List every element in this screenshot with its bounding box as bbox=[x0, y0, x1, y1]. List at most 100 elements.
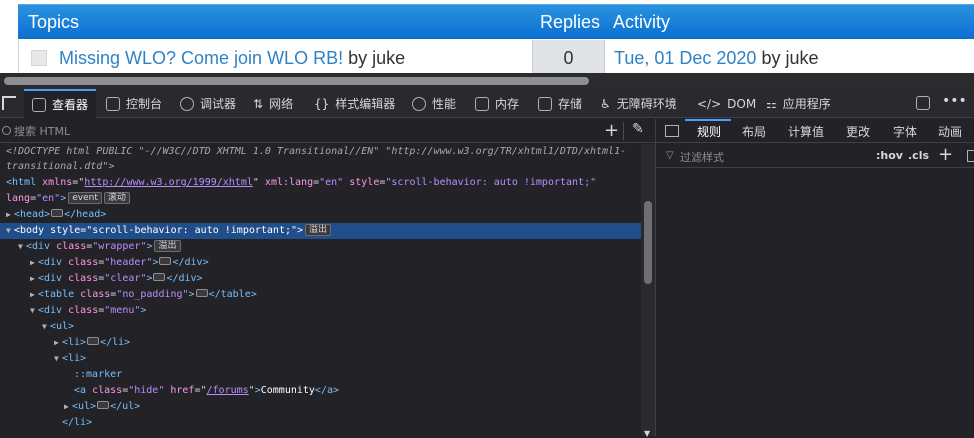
more-options-icon[interactable]: ••• bbox=[942, 93, 967, 109]
print-media-icon[interactable] bbox=[967, 150, 974, 162]
expand-arrow-icon[interactable]: ▶ bbox=[54, 335, 62, 351]
console-icon bbox=[106, 96, 120, 111]
markup-line[interactable]: ▶ <ul> </ul> bbox=[64, 399, 641, 415]
scroll-down-icon[interactable]: ▼ bbox=[644, 429, 650, 438]
tab-accessibility-label: 无障碍环境 bbox=[616, 97, 677, 111]
markup-line[interactable]: <html xmlns="http://www.w3.org/1999/xhtm… bbox=[6, 175, 641, 191]
markup-line-selected[interactable]: ▼ <body style="scroll-behavior: auto !imp… bbox=[0, 223, 641, 239]
markup-line[interactable]: ▶ <div class="clear"> </div> bbox=[30, 271, 641, 287]
add-rule-icon[interactable]: + bbox=[938, 144, 953, 165]
tab-network-label: 网络 bbox=[269, 97, 294, 111]
collapsed-ellipsis-icon[interactable] bbox=[159, 257, 172, 265]
tab-dom[interactable]: </> DOM bbox=[697, 89, 756, 118]
collapse-arrow-icon[interactable]: ▼ bbox=[54, 351, 62, 367]
attr-name: class bbox=[68, 273, 99, 284]
replies-count: 0 bbox=[563, 48, 574, 68]
markup-line[interactable]: ▼ <li> bbox=[54, 351, 641, 367]
element-picker-icon[interactable] bbox=[2, 96, 16, 110]
markup-line[interactable]: ▼ <div class="menu"> bbox=[30, 303, 641, 319]
attr-value-link[interactable]: http://www.w3.org/1999/xhtml bbox=[84, 177, 253, 188]
attr-name: xmlns bbox=[42, 177, 73, 188]
markup-line[interactable]: ▶ <head> </head> bbox=[6, 207, 641, 223]
page-horizontal-scrollbar[interactable] bbox=[0, 73, 974, 89]
markup-line[interactable]: <a class="hide" href="/forums">Community… bbox=[74, 383, 641, 399]
tag-name: <li> bbox=[62, 337, 87, 348]
eyedropper-icon[interactable]: ✎ bbox=[632, 121, 644, 137]
toggle-layout-icon[interactable] bbox=[665, 125, 679, 137]
activity-header: Activity bbox=[613, 12, 671, 32]
event-badge[interactable]: event bbox=[68, 192, 102, 204]
scrollbar-thumb[interactable] bbox=[4, 77, 589, 85]
tab-changes[interactable]: 更改 bbox=[846, 123, 870, 140]
overflow-badge[interactable]: 溢出 bbox=[154, 240, 181, 252]
tab-debugger[interactable]: 调试器 bbox=[180, 89, 236, 118]
tab-rules[interactable]: 规则 bbox=[697, 123, 721, 140]
collapse-arrow-icon[interactable]: ▼ bbox=[18, 239, 26, 255]
tab-performance[interactable]: 性能 bbox=[412, 89, 456, 118]
collapsed-ellipsis-icon[interactable] bbox=[97, 401, 110, 409]
tab-layout[interactable]: 布局 bbox=[742, 123, 766, 140]
html-search-input[interactable]: 搜索 HTML bbox=[14, 123, 70, 139]
tab-network[interactable]: ⇅ 网络 bbox=[253, 89, 293, 118]
tab-application[interactable]: ⚏ 应用程序 bbox=[766, 89, 831, 118]
tab-accessibility[interactable]: ♿ 无障碍环境 bbox=[600, 89, 677, 118]
collapsed-ellipsis-icon[interactable] bbox=[195, 289, 208, 297]
markup-line[interactable]: transitional.dtd"> bbox=[6, 159, 641, 175]
tab-computed[interactable]: 计算值 bbox=[788, 123, 824, 140]
expand-arrow-icon[interactable]: ▶ bbox=[6, 207, 14, 223]
tab-storage[interactable]: 存储 bbox=[538, 89, 582, 118]
attr-name: style bbox=[349, 177, 380, 188]
expand-arrow-icon[interactable]: ▶ bbox=[30, 255, 38, 271]
markup-line[interactable]: <!DOCTYPE html PUBLIC "-//W3C//DTD XHTML… bbox=[6, 144, 641, 160]
tag-name: <div bbox=[38, 305, 63, 316]
tab-memory[interactable]: 内存 bbox=[475, 89, 519, 118]
markup-line[interactable]: ▼ <div class="wrapper"> 溢出 bbox=[18, 239, 641, 255]
expand-arrow-icon[interactable]: ▶ bbox=[30, 271, 38, 287]
markup-tree: <!DOCTYPE html PUBLIC "-//W3C//DTD XHTML… bbox=[0, 144, 641, 436]
collapse-arrow-icon[interactable]: ▼ bbox=[30, 303, 38, 319]
markup-line[interactable]: ▶ <div class="header"> </div> bbox=[30, 255, 641, 271]
topic-link[interactable]: Missing WLO? Come join WLO RB! bbox=[59, 48, 343, 68]
activity-link[interactable]: Tue, 01 Dec 2020 bbox=[614, 48, 756, 68]
tag-name: </a> bbox=[314, 385, 340, 396]
tab-inspector[interactable]: 查看器 bbox=[24, 89, 97, 118]
markup-line[interactable]: ▶ <li> </li> bbox=[54, 335, 641, 351]
scrollbar-thumb[interactable] bbox=[644, 201, 652, 284]
attr-name: class bbox=[56, 241, 87, 252]
overflow-badge[interactable]: 溢出 bbox=[305, 224, 332, 236]
scroll-badge[interactable]: 滚动 bbox=[103, 192, 130, 204]
collapse-arrow-icon[interactable]: ▼ bbox=[6, 223, 14, 239]
markup-line[interactable]: ▶ <table class="no_padding"> </table> bbox=[30, 287, 641, 303]
expand-arrow-icon[interactable]: ▶ bbox=[64, 399, 72, 415]
markup-line[interactable]: ▼ <ul> bbox=[42, 319, 641, 335]
tab-console[interactable]: 控制台 bbox=[106, 89, 162, 118]
tab-animations[interactable]: 动画 bbox=[938, 123, 962, 140]
collapsed-ellipsis-icon[interactable] bbox=[153, 273, 166, 281]
collapsed-ellipsis-icon[interactable] bbox=[87, 337, 100, 345]
dock-side-icon[interactable] bbox=[916, 96, 930, 110]
collapsed-ellipsis-icon[interactable] bbox=[51, 209, 64, 217]
cls-toggle[interactable]: .cls bbox=[908, 149, 929, 162]
attr-name: lang bbox=[6, 193, 31, 204]
markup-line[interactable]: ::marker bbox=[74, 367, 641, 383]
tag-name: <a bbox=[74, 385, 87, 396]
add-node-icon[interactable]: + bbox=[604, 120, 619, 141]
tag-name: <html bbox=[6, 177, 37, 188]
replies-header: Replies bbox=[540, 12, 601, 32]
filter-styles-input[interactable]: 过滤样式 bbox=[680, 149, 724, 165]
topic-icon bbox=[31, 50, 47, 66]
tab-style-editor[interactable]: {} 样式编辑器 bbox=[314, 89, 395, 118]
tab-inspector-label: 查看器 bbox=[52, 98, 89, 112]
collapse-arrow-icon[interactable]: ▼ bbox=[42, 319, 50, 335]
markup-line[interactable]: lang="en"> event 滚动 bbox=[6, 191, 641, 207]
markup-line[interactable]: </li> bbox=[62, 415, 641, 431]
markup-panel: 搜索 HTML + ✎ <!DOCTYPE html PUBLIC "-//W3… bbox=[0, 119, 655, 438]
tab-performance-label: 性能 bbox=[432, 97, 457, 111]
expand-arrow-icon[interactable]: ▶ bbox=[30, 287, 38, 303]
doctype-text-cont: transitional.dtd"> bbox=[6, 161, 115, 172]
hov-toggle[interactable]: :hov bbox=[876, 149, 903, 162]
attr-value-link[interactable]: /forums bbox=[207, 385, 249, 396]
tab-fonts[interactable]: 字体 bbox=[893, 123, 917, 140]
markup-vertical-scrollbar[interactable]: ▼ bbox=[641, 144, 655, 438]
attr-value: "header" bbox=[104, 257, 153, 268]
